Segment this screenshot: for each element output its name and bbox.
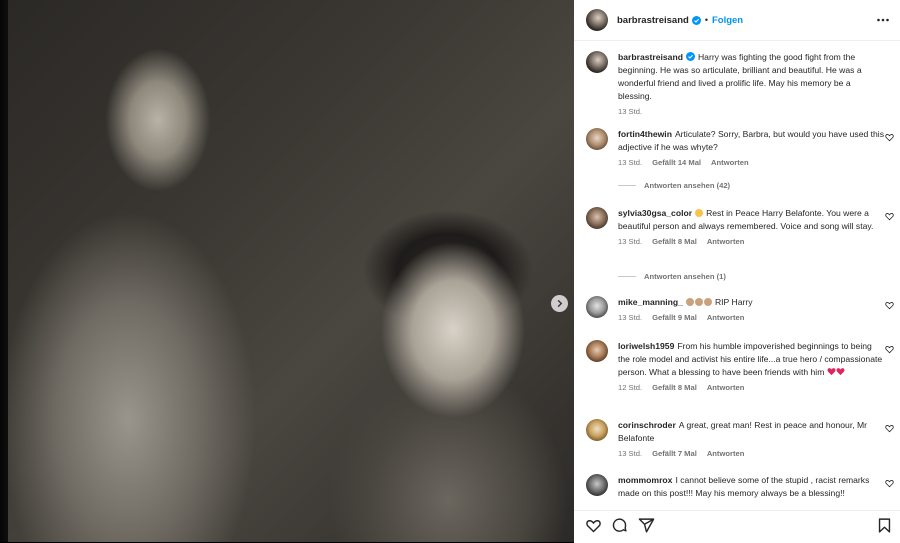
comment-item: loriwelsh1959 From his humble impoverishe… <box>586 340 894 392</box>
comment-username[interactable]: mommomrox <box>618 475 672 485</box>
instagram-post-modal: barbrastreisand • Folgen barbrastreisand… <box>0 0 900 543</box>
comment-likes[interactable]: Gefällt 14 Mal <box>652 158 701 167</box>
comment-username[interactable]: corinschroder <box>618 420 676 430</box>
verified-badge-icon <box>691 15 701 25</box>
comment-time: 13 Std. <box>618 237 643 246</box>
comment-time: 13 Std. <box>618 449 643 458</box>
reply-button[interactable]: Antworten <box>707 449 745 458</box>
heart-icon[interactable] <box>885 133 894 142</box>
comment-item: corinschroder A great, great man! Rest in… <box>586 419 894 458</box>
praying-hands-emoji-icon <box>703 298 712 306</box>
reply-button[interactable]: Antworten <box>711 158 749 167</box>
comment-likes[interactable]: Gefällt 8 Mal <box>652 237 697 246</box>
heart-icon[interactable] <box>885 301 894 310</box>
view-replies-button[interactable]: Antworten ansehen (1) <box>618 272 726 281</box>
bookmark-icon[interactable] <box>876 517 893 534</box>
separator-dot: • <box>704 15 708 25</box>
view-replies-button[interactable]: Antworten ansehen (42) <box>618 181 730 190</box>
follow-button[interactable]: Folgen <box>712 15 743 26</box>
more-options-icon[interactable] <box>876 13 890 27</box>
comment-username[interactable]: sylvia30gsa_color <box>618 208 692 218</box>
caption-time: 13 Std. <box>618 107 643 116</box>
reply-button[interactable]: Antworten <box>707 383 745 392</box>
avatar[interactable] <box>586 296 608 318</box>
comment-time: 13 Std. <box>618 158 643 167</box>
view-replies-label: Antworten ansehen (1) <box>644 272 726 281</box>
view-replies-label: Antworten ansehen (42) <box>644 181 731 190</box>
praying-hands-emoji-icon <box>685 298 694 306</box>
comment-item: mike_manning_ RIP Harry 13 Std. Gefällt 9… <box>586 296 894 322</box>
heart-icon[interactable] <box>885 479 894 488</box>
avatar[interactable] <box>586 419 608 441</box>
post-action-bar <box>574 510 900 543</box>
comment-text: RIP Harry <box>714 297 753 307</box>
post-side-panel: barbrastreisand • Folgen barbrastreisand… <box>574 0 900 543</box>
red-heart-emoji-icon <box>836 368 845 376</box>
post-caption: barbrastreisand Harry was fighting the go… <box>586 51 886 116</box>
verified-badge-icon <box>685 52 695 61</box>
comment-username[interactable]: fortin4thewin <box>618 129 672 139</box>
comments-list[interactable]: barbrastreisand Harry was fighting the go… <box>574 41 900 510</box>
comment-item: fortin4thewin Articulate? Sorry, Barbra, … <box>586 128 894 167</box>
comment-likes[interactable]: Gefällt 7 Mal <box>652 449 697 458</box>
avatar[interactable] <box>586 207 608 229</box>
next-photo-button[interactable] <box>551 295 568 312</box>
avatar[interactable] <box>586 340 608 362</box>
heart-icon[interactable] <box>585 517 602 534</box>
reply-button[interactable]: Antworten <box>707 237 745 246</box>
share-icon[interactable] <box>638 517 655 534</box>
comment-item: sylvia30gsa_color Rest in Peace Harry Bel… <box>586 207 894 246</box>
black-white-photo <box>8 0 574 542</box>
replies-divider <box>618 276 636 277</box>
comment-time: 12 Std. <box>618 383 643 392</box>
heart-icon[interactable] <box>885 424 894 433</box>
praying-hands-emoji-icon <box>694 298 703 306</box>
comment-likes[interactable]: Gefällt 8 Mal <box>652 383 697 392</box>
reply-button[interactable]: Antworten <box>707 313 745 322</box>
avatar[interactable] <box>586 9 608 31</box>
avatar[interactable] <box>586 51 608 73</box>
avatar[interactable] <box>586 128 608 150</box>
post-photo[interactable] <box>0 0 574 542</box>
post-author-username[interactable]: barbrastreisand <box>617 15 689 26</box>
heart-icon[interactable] <box>885 212 894 221</box>
chevron-right-icon <box>557 299 563 308</box>
caption-username[interactable]: barbrastreisand <box>618 52 683 62</box>
heart-icon[interactable] <box>885 345 894 354</box>
red-heart-emoji-icon <box>827 368 836 376</box>
comment-time: 13 Std. <box>618 313 643 322</box>
sad-emoji-icon <box>695 209 704 217</box>
replies-divider <box>618 185 636 186</box>
comment-username[interactable]: mike_manning_ <box>618 297 683 307</box>
avatar[interactable] <box>586 474 608 496</box>
comment-username[interactable]: loriwelsh1959 <box>618 341 674 351</box>
comment-likes[interactable]: Gefällt 9 Mal <box>652 313 697 322</box>
comment-icon[interactable] <box>611 517 628 534</box>
post-header: barbrastreisand • Folgen <box>574 0 900 41</box>
comment-item: mommomrox I cannot believe some of the st… <box>586 474 894 500</box>
